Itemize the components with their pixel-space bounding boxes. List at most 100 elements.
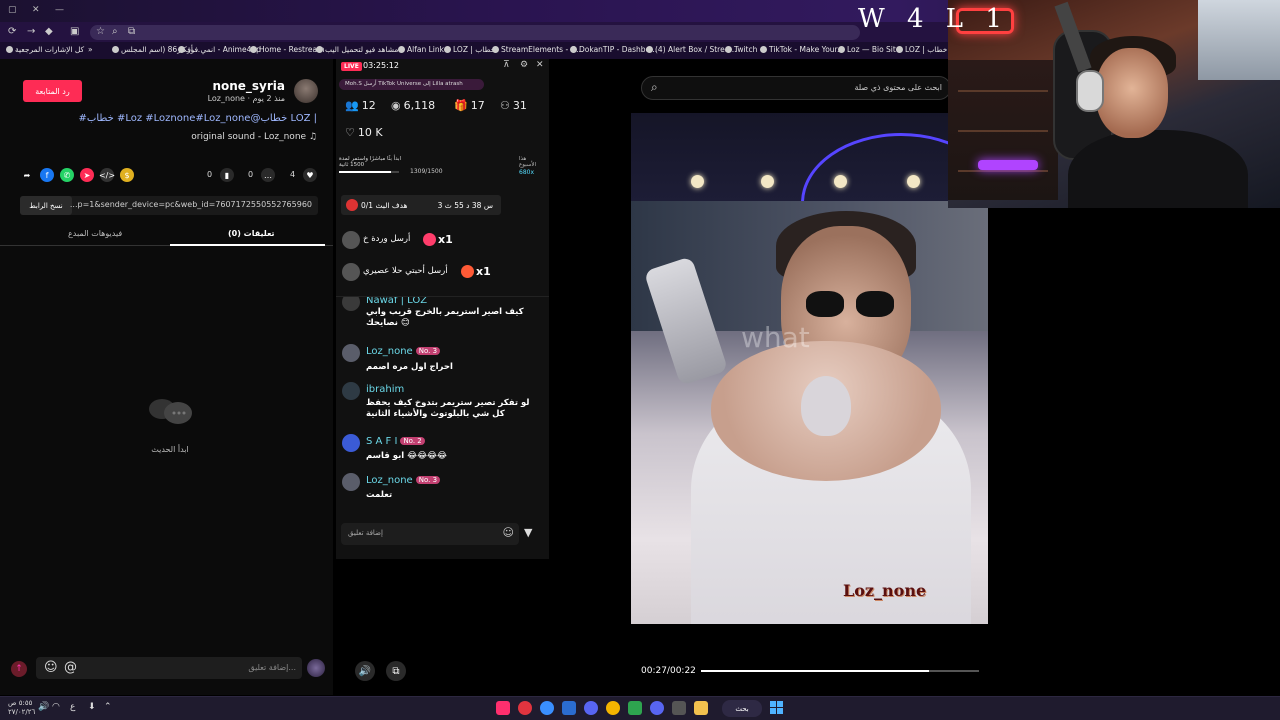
live-chat[interactable]: Nawaf | LOZ كيف اصير استريمر بالخرج قريب… — [336, 296, 549, 516]
creator-username[interactable]: none_syria — [212, 79, 285, 93]
chat-avatar[interactable] — [342, 382, 360, 400]
app-icon[interactable] — [562, 701, 576, 715]
edge-app-icon[interactable] — [540, 701, 554, 715]
discord-app-icon[interactable] — [650, 701, 664, 715]
bookmark-item[interactable]: مشاهد فيو لتحميل اليب — [316, 45, 398, 54]
picture-in-picture-button[interactable]: ⧉ — [386, 661, 406, 681]
site-icon — [570, 46, 577, 53]
zoom-icon[interactable]: ⌕ — [112, 26, 118, 37]
site-icon — [112, 46, 119, 53]
reload-icon[interactable]: ⟳ — [8, 26, 16, 37]
chrome-app-icon[interactable] — [606, 701, 620, 715]
coin-icon[interactable]: $ — [120, 168, 134, 182]
obs-app-icon[interactable] — [518, 701, 532, 715]
comments-count: 0 — [248, 170, 254, 179]
chat-username[interactable]: ibrahim — [366, 384, 404, 395]
tab-comments[interactable]: تعليقات (0) — [228, 229, 275, 238]
share-arrow-icon[interactable]: ➦ — [20, 168, 34, 182]
facebook-icon[interactable]: f — [40, 168, 54, 182]
language-indicator[interactable]: ع — [70, 702, 75, 712]
comment-icon[interactable]: … — [261, 168, 275, 182]
chat-avatar[interactable] — [342, 473, 360, 491]
light-bulb — [907, 175, 920, 188]
url-field[interactable]: ☆ ⌕ ⧉ — [90, 25, 860, 40]
send-icon[interactable]: ➤ — [80, 168, 94, 182]
gift-goal-chip[interactable]: 0/1 هدف البث 3 س 38 د 55 ث — [341, 195, 501, 215]
site-icon — [444, 46, 451, 53]
bookmark-item[interactable]: TikTok - Make Your... — [760, 45, 844, 54]
current-user-avatar[interactable] — [307, 659, 325, 677]
bookmark-item[interactable]: Home - Restream — [250, 45, 324, 54]
forward-icon[interactable]: → — [27, 26, 35, 37]
post-description[interactable]: #خطاب #Loz #Loznone#Loz_none@خطاب LOZ | — [79, 113, 317, 124]
room-window — [1198, 0, 1280, 80]
light-bulb — [761, 175, 774, 188]
chat-username[interactable]: Loz_none No. 3 — [366, 475, 441, 486]
pin-icon[interactable]: ⊼ — [503, 60, 510, 70]
bookmark-item[interactable]: Twitch — [725, 45, 757, 54]
close-icon[interactable]: ✕ — [32, 5, 40, 15]
embed-icon[interactable]: </> — [99, 168, 115, 182]
copy-link-button[interactable]: نسخ الرابط — [20, 196, 72, 215]
chat-username[interactable]: Loz_none No. 3 — [366, 346, 441, 357]
creator-avatar[interactable] — [294, 79, 318, 103]
post-sound[interactable]: original sound - Loz_none ♫ — [191, 132, 317, 142]
send-comment-button[interactable]: ↑ — [11, 661, 27, 677]
chat-avatar[interactable] — [342, 434, 360, 452]
windows-start-icon[interactable] — [770, 701, 783, 714]
post-link[interactable]: ...p=1&sender_device=pc&web_id=760717255… — [70, 200, 312, 209]
follow-back-button[interactable]: رد المتابعة — [23, 80, 82, 102]
whatsapp-icon[interactable]: ✆ — [60, 168, 74, 182]
post-detail-panel: رد المتابعة none_syria Loz_none · منذ 2 … — [0, 59, 333, 695]
tiktok-app-icon[interactable] — [496, 701, 510, 715]
bookmark-icon[interactable]: ▮ — [220, 168, 234, 182]
chevron-icon[interactable]: » — [88, 45, 93, 54]
extension-icon[interactable]: ◆ — [45, 26, 53, 37]
tab-search-icon[interactable]: ▣ — [70, 26, 79, 37]
bookmark-item[interactable]: (4) Alert Box / Strea... — [646, 45, 736, 54]
emoji-icon[interactable]: ☺ — [503, 526, 514, 539]
share-icon[interactable]: ⧉ — [128, 26, 135, 37]
settings-icon[interactable]: ⚙ — [520, 60, 528, 70]
minimize-icon[interactable]: — — [55, 5, 64, 15]
file-explorer-icon[interactable] — [694, 701, 708, 715]
bookmark-item[interactable]: Alfan Link — [398, 45, 444, 54]
chat-avatar[interactable] — [342, 344, 360, 362]
bookmark-item[interactable]: Loz — Bio Site — [838, 45, 900, 54]
bookmark-item[interactable]: DokanTIP - Dashbo... — [570, 45, 657, 54]
close-icon[interactable]: ✕ — [536, 60, 544, 70]
clock[interactable]: ٥:٥٥ ص ٢٧/٠٢/٢٦ — [8, 699, 35, 717]
comment-input[interactable]: ☺ @ إضافة تعليق... — [36, 657, 302, 679]
chat-username[interactable]: S A F I No. 2 — [366, 436, 425, 447]
chevron-up-icon[interactable]: ⌃ — [104, 702, 112, 712]
video-scrubber[interactable] — [701, 670, 979, 672]
mention-icon[interactable]: @ — [64, 660, 77, 675]
gifter-avatar[interactable] — [342, 231, 360, 249]
window-menu-icon[interactable]: ▢ — [8, 5, 17, 15]
bookmark-item[interactable]: LOZ | خطاب — [444, 45, 495, 54]
filter-icon[interactable]: ▼ — [524, 526, 532, 539]
volume-button[interactable]: 🔊 — [355, 661, 375, 681]
speaker-icon[interactable]: 🔊 — [38, 702, 49, 712]
gifter-avatar[interactable] — [342, 263, 360, 281]
tab-creator-videos[interactable]: فيديوهات المبدع — [68, 229, 122, 238]
taskbar-search[interactable]: بحث — [722, 700, 762, 717]
tray-app-icon[interactable]: ⬇ — [88, 702, 96, 712]
search-input[interactable]: ⌕ ابحث على محتوى ذي صلة — [641, 76, 951, 100]
emoji-icon[interactable]: ☺ — [44, 660, 58, 675]
heart-icon[interactable]: ♥ — [303, 168, 317, 182]
wifi-icon[interactable]: ◠ — [52, 702, 60, 712]
chat-username[interactable]: Nawaf | LOZ — [366, 297, 427, 306]
viewers-stat: 👥 12 — [345, 99, 376, 112]
bookmark-item[interactable]: كل الإشارات المرجعية — [6, 45, 84, 54]
bookmark-star-icon[interactable]: ☆ — [96, 26, 105, 37]
live-comment-input[interactable]: إضافة تعليق ☺ — [341, 523, 519, 545]
app-icon[interactable] — [628, 701, 642, 715]
bookmark-item[interactable]: انمي فور - Anime4up — [178, 45, 261, 54]
discord-app-icon[interactable] — [584, 701, 598, 715]
chat-avatar[interactable] — [342, 297, 360, 311]
steam-app-icon[interactable] — [672, 701, 686, 715]
search-icon[interactable]: ⌕ — [651, 80, 658, 95]
video-frame[interactable]: what Loz_none — [631, 201, 988, 624]
gift-goal-icon — [346, 199, 358, 211]
